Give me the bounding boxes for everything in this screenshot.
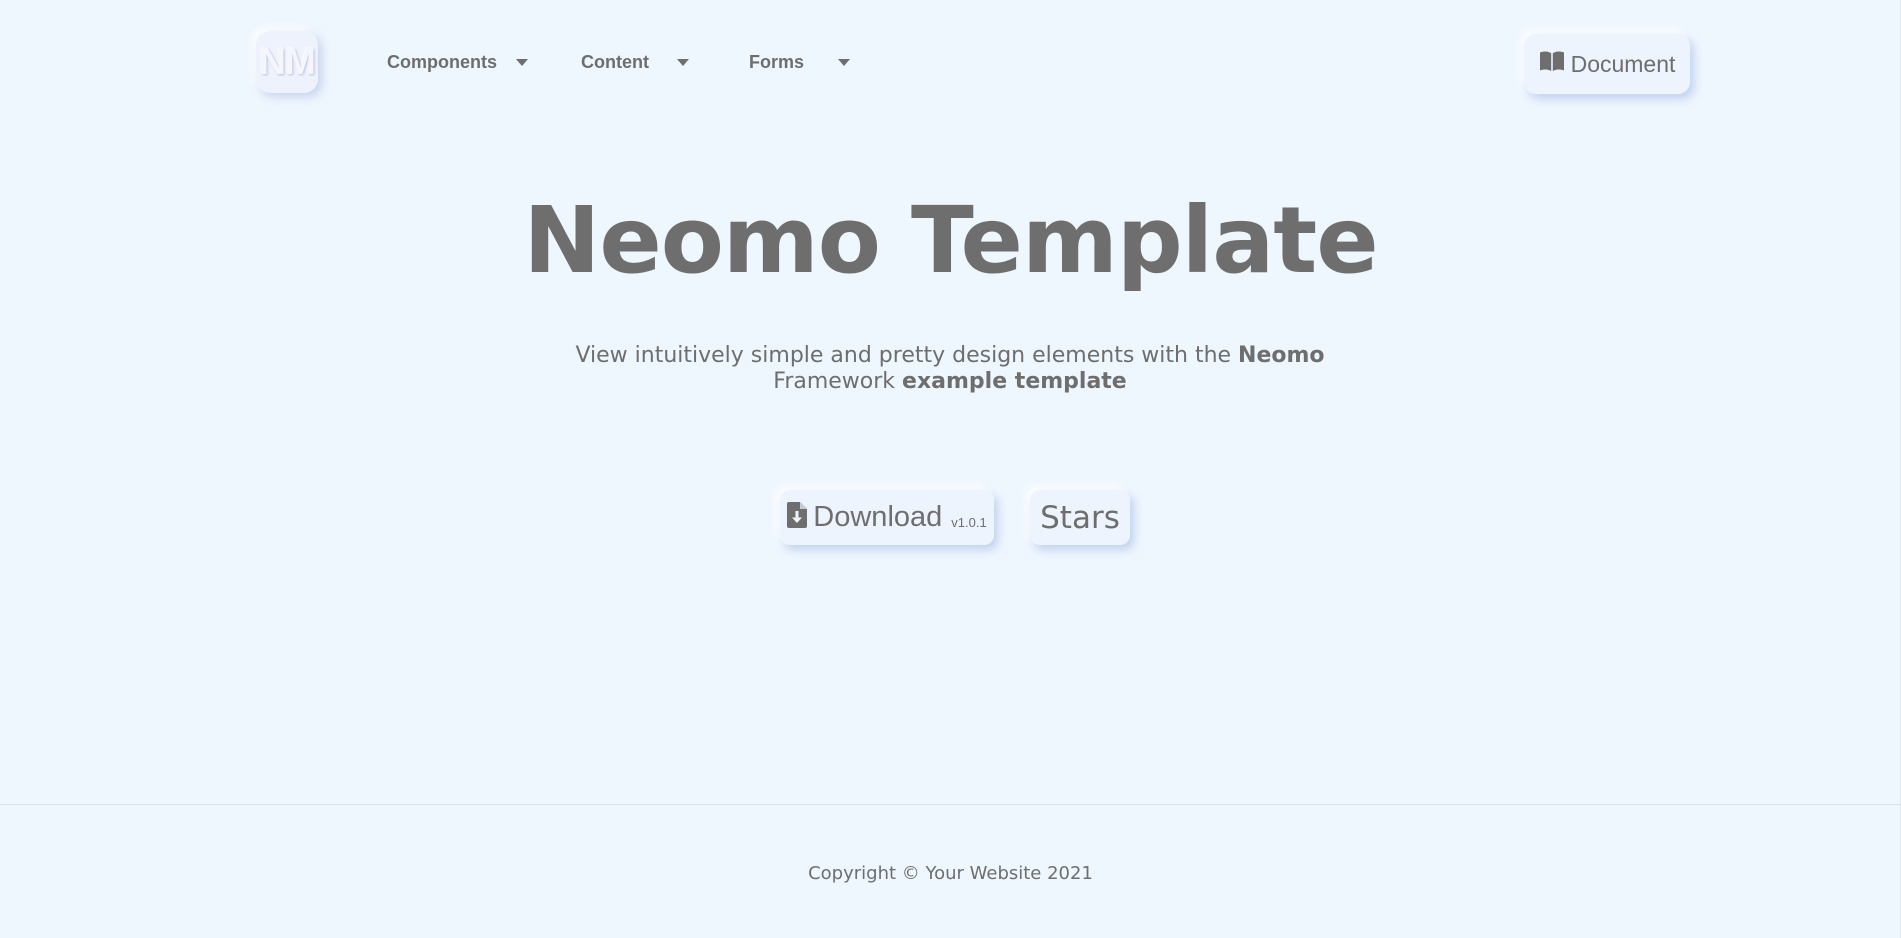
document-button-label: Document <box>1570 50 1676 77</box>
download-version: v1.0.1 <box>951 515 987 530</box>
nav-forms-dropdown[interactable]: Forms <box>749 52 851 73</box>
hero-subtitle-text-1: View intuitively simple and pretty desig… <box>575 343 1239 368</box>
download-button-label: Download <box>813 501 943 533</box>
caret-down-icon <box>838 59 851 66</box>
logo[interactable]: NM <box>256 31 318 93</box>
nav-forms-label: Forms <box>749 52 805 72</box>
footer-copyright: Copyright © Your Website 2021 <box>808 863 1093 884</box>
download-button[interactable]: Download v1.0.1 <box>780 490 994 545</box>
nav-components-dropdown[interactable]: Components <box>387 52 528 73</box>
caret-down-icon <box>516 59 528 66</box>
file-download-icon <box>787 502 808 533</box>
navbar: NM Components Content Forms Document <box>0 0 1901 130</box>
hero-subtitle-bold-1: Neomo <box>1238 343 1325 368</box>
logo-text: NM <box>259 41 316 82</box>
hero-subtitle: View intuitively simple and pretty desig… <box>550 343 1350 395</box>
hero-title: Neomo Template <box>523 187 1378 294</box>
hero-subtitle-bold-2: example template <box>902 369 1127 394</box>
hero-subtitle-text-2: Framework <box>773 369 903 394</box>
nav-content-label: Content <box>581 52 649 72</box>
nav-components-label: Components <box>387 52 497 72</box>
nav-content-dropdown[interactable]: Content <box>581 52 689 73</box>
caret-down-icon <box>676 59 689 66</box>
footer-divider <box>0 804 1901 805</box>
stars-button-label: Stars <box>1040 499 1120 536</box>
document-button[interactable]: Document <box>1524 34 1690 94</box>
book-icon <box>1539 50 1571 78</box>
stars-button[interactable]: Stars <box>1030 490 1130 545</box>
